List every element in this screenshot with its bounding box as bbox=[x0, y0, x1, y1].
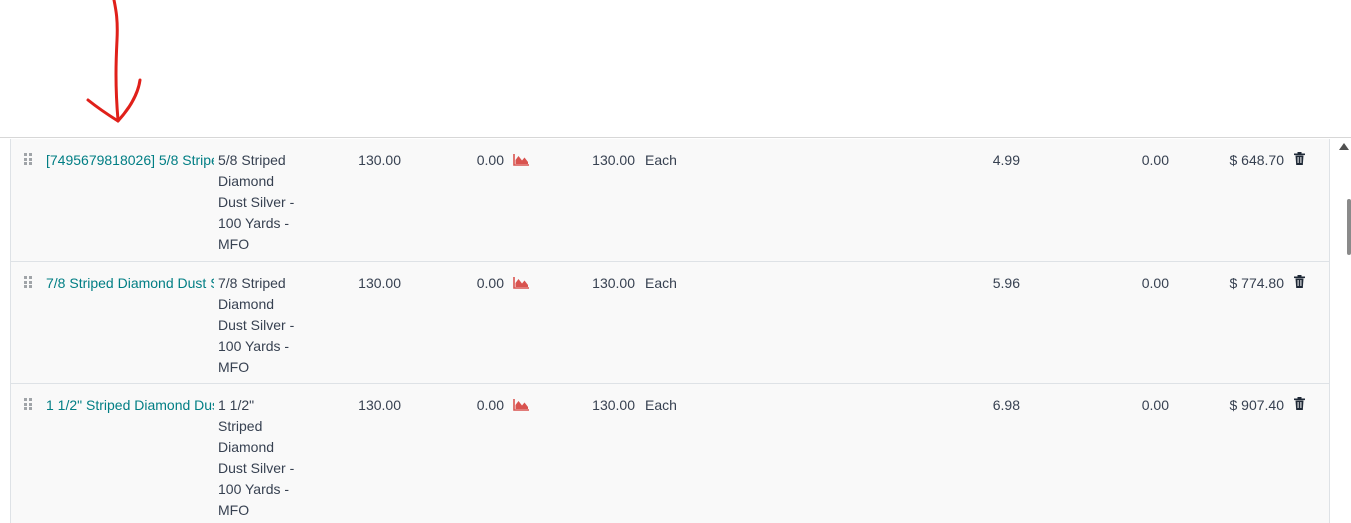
forecast-chart-icon[interactable] bbox=[513, 154, 529, 166]
discount-cell[interactable]: 0.00 bbox=[1091, 150, 1169, 171]
quantity-cell[interactable]: 130.00 bbox=[311, 395, 401, 416]
drag-handle-icon[interactable] bbox=[24, 276, 32, 288]
subtotal-cell: $ 648.70 bbox=[1229, 152, 1285, 168]
unit-price-cell[interactable]: 6.98 bbox=[941, 395, 1020, 416]
red-arrow-annotation-icon bbox=[86, 0, 142, 123]
uom-cell[interactable]: Each bbox=[645, 395, 705, 416]
subtotal-cell: $ 774.80 bbox=[1229, 275, 1285, 291]
table-row[interactable]: 7/8 Striped Diamond Dust Silver - 100 Ya… bbox=[11, 262, 1329, 384]
delivered-cell[interactable]: 0.00 bbox=[431, 273, 504, 294]
trash-icon[interactable] bbox=[1294, 275, 1305, 288]
line-description[interactable]: 7/8 Striped Diamond Dust Silver - 100 Ya… bbox=[218, 273, 302, 378]
scroll-up-arrow-icon[interactable] bbox=[1339, 143, 1349, 150]
unit-price-cell[interactable]: 5.96 bbox=[941, 273, 1020, 294]
delivered-cell[interactable]: 0.00 bbox=[431, 395, 504, 416]
product-link[interactable]: [7495679818026] 5/8 Striped Diamond Dust… bbox=[46, 150, 214, 171]
quantity-cell[interactable]: 130.00 bbox=[311, 273, 401, 294]
uom-cell[interactable]: Each bbox=[645, 150, 705, 171]
trash-icon[interactable] bbox=[1294, 152, 1305, 165]
forecast-chart-icon[interactable] bbox=[513, 277, 529, 289]
delivered-cell[interactable]: 0.00 bbox=[431, 150, 504, 171]
drag-handle-icon[interactable] bbox=[24, 153, 32, 165]
invoiced-cell[interactable]: 130.00 bbox=[551, 395, 635, 416]
product-link[interactable]: 1 1/2" Striped Diamond Dust Silver - 100… bbox=[46, 395, 214, 416]
vertical-scrollbar[interactable] bbox=[1336, 139, 1351, 523]
line-description[interactable]: 1 1/2" Striped Diamond Dust Silver - 100… bbox=[218, 395, 302, 521]
header-divider bbox=[0, 137, 1351, 138]
order-lines-screen: [7495679818026] 5/8 Striped Diamond Dust… bbox=[0, 0, 1351, 523]
quantity-cell[interactable]: 130.00 bbox=[311, 150, 401, 171]
product-link[interactable]: 7/8 Striped Diamond Dust Silver - 100 Ya… bbox=[46, 273, 214, 294]
table-row[interactable]: 1 1/2" Striped Diamond Dust Silver - 100… bbox=[11, 384, 1329, 523]
discount-cell[interactable]: 0.00 bbox=[1091, 395, 1169, 416]
uom-cell[interactable]: Each bbox=[645, 273, 705, 294]
trash-icon[interactable] bbox=[1294, 397, 1305, 410]
order-lines-table: [7495679818026] 5/8 Striped Diamond Dust… bbox=[10, 139, 1330, 523]
invoiced-cell[interactable]: 130.00 bbox=[551, 273, 635, 294]
subtotal-cell: $ 907.40 bbox=[1229, 397, 1285, 413]
drag-handle-icon[interactable] bbox=[24, 398, 32, 410]
forecast-chart-icon[interactable] bbox=[513, 399, 529, 411]
line-description[interactable]: 5/8 Striped Diamond Dust Silver - 100 Ya… bbox=[218, 150, 302, 255]
discount-cell[interactable]: 0.00 bbox=[1091, 273, 1169, 294]
unit-price-cell[interactable]: 4.99 bbox=[941, 150, 1020, 171]
scrollbar-thumb[interactable] bbox=[1347, 199, 1351, 255]
table-row[interactable]: [7495679818026] 5/8 Striped Diamond Dust… bbox=[11, 139, 1329, 262]
invoiced-cell[interactable]: 130.00 bbox=[551, 150, 635, 171]
